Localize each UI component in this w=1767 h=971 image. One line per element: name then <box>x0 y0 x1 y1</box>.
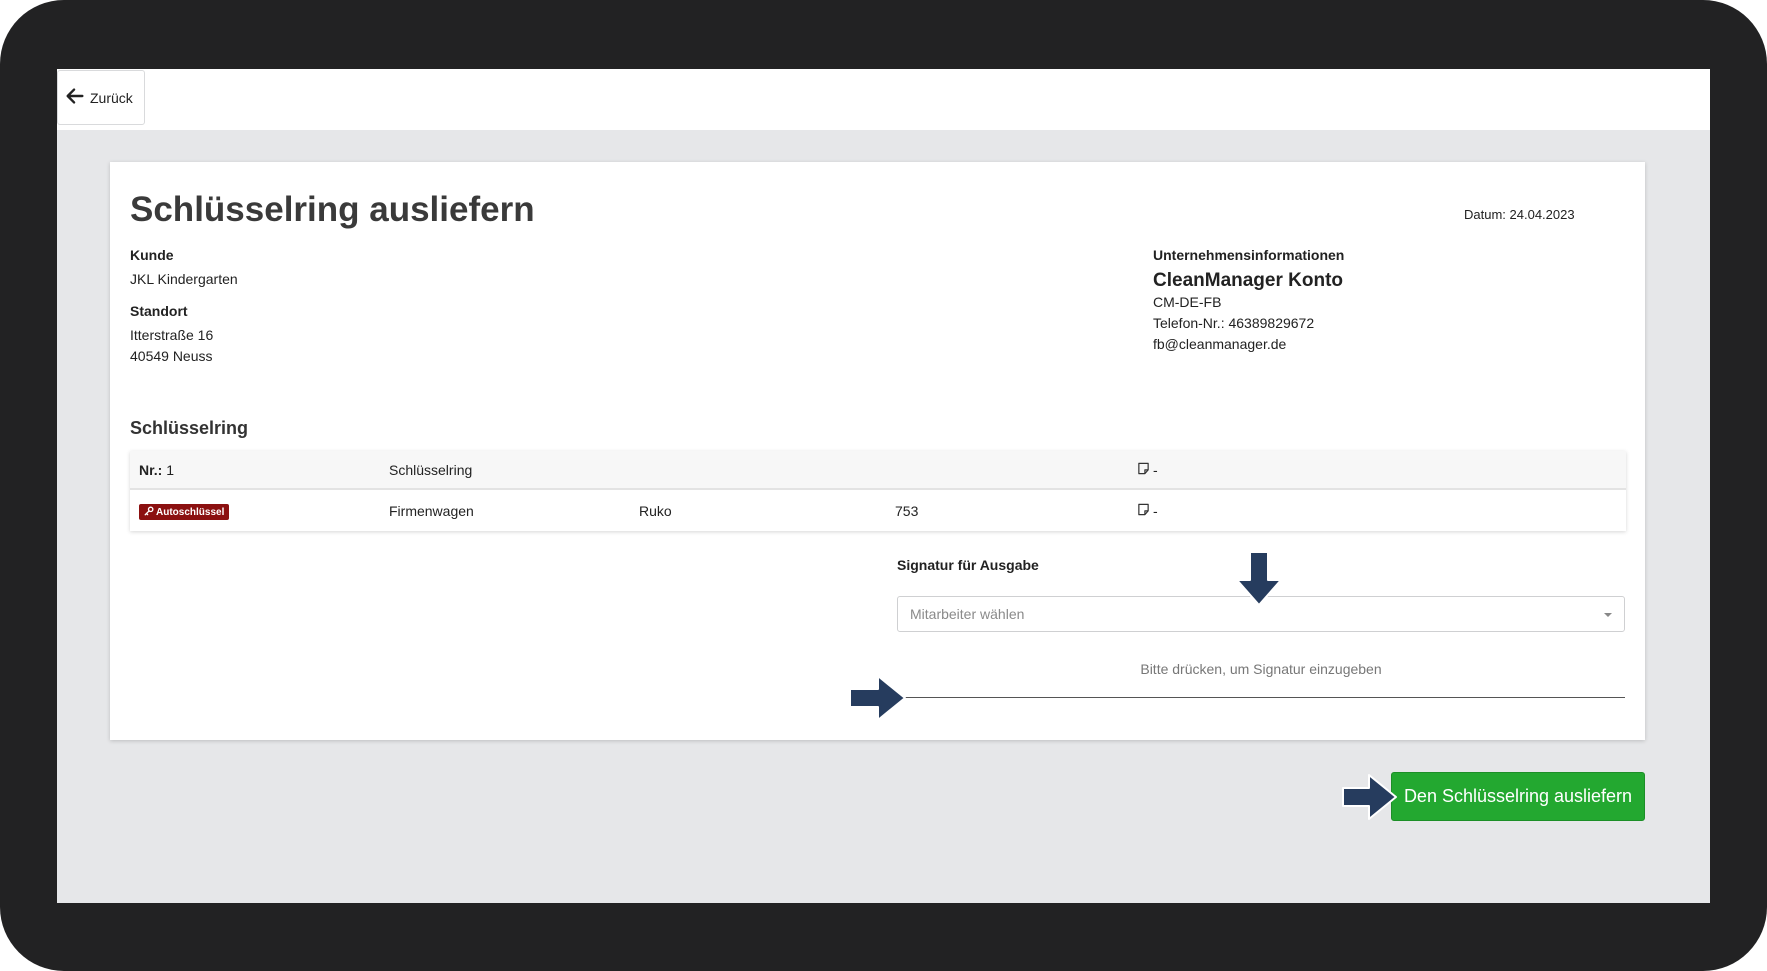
location-label: Standort <box>130 303 188 319</box>
company-name: CleanManager Konto <box>1153 270 1344 291</box>
key-brand: Ruko <box>639 503 672 519</box>
number-value: 1 <box>166 462 175 478</box>
keyring-section-title: Schlüsselring <box>130 418 249 438</box>
top-bar: Zurück <box>57 69 1710 130</box>
caret-down-icon <box>1604 613 1612 617</box>
note-icon <box>1137 462 1150 478</box>
location-street: Itterstraße 16 <box>130 327 214 343</box>
signature-label: Signatur für Ausgabe <box>897 557 1039 573</box>
arrow-right-annotation <box>1342 774 1397 820</box>
key-type-label: Autoschlüssel <box>156 506 225 518</box>
deliver-keyring-label: Den Schlüsselring ausliefern <box>1403 786 1633 806</box>
keyring-header-row: Nr.: 1 Schlüsselring - <box>130 451 1626 490</box>
key-number: 753 <box>895 503 919 519</box>
keyring-number: Nr.: 1 <box>139 462 174 478</box>
signature-pad[interactable]: Bitte drücken, um Signatur einzugeben <box>897 654 1625 698</box>
company-info-label: Unternehmensinformationen <box>1153 247 1345 263</box>
deliver-keyring-button[interactable]: Den Schlüsselring ausliefern <box>1391 772 1645 821</box>
keyring-table: Nr.: 1 Schlüsselring - Autoschlüssel Fir… <box>130 451 1626 531</box>
back-label: Zurück <box>90 89 133 106</box>
key-icon <box>144 506 154 519</box>
employee-select-placeholder: Mitarbeiter wählen <box>910 606 1025 622</box>
keyring-name: Schlüsselring <box>389 462 473 478</box>
date-label: Datum: 24.04.2023 <box>1464 207 1575 222</box>
page-title: Schlüsselring ausliefern <box>130 190 535 229</box>
customer-name: JKL Kindergarten <box>130 271 238 287</box>
company-email: fb@cleanmanager.de <box>1153 336 1287 352</box>
key-note-text: - <box>1153 503 1158 519</box>
customer-label: Kunde <box>130 247 174 263</box>
company-code: CM-DE-FB <box>1153 294 1222 310</box>
delivery-card: Schlüsselring ausliefern Datum: 24.04.20… <box>110 162 1645 740</box>
arrow-down-annotation <box>1236 551 1282 606</box>
key-type-badge: Autoschlüssel <box>139 504 230 520</box>
table-row: Autoschlüssel Firmenwagen Ruko 753 - <box>130 492 1626 531</box>
arrow-right-annotation <box>849 675 906 721</box>
keyring-note-text: - <box>1153 462 1158 478</box>
company-phone: Telefon-Nr.: 46389829672 <box>1153 315 1315 331</box>
signature-pad-hint: Bitte drücken, um Signatur einzugeben <box>1140 661 1382 677</box>
key-note[interactable]: - <box>1137 503 1158 519</box>
device-frame: Zurück Schlüsselring ausliefern Datum: 2… <box>0 0 1767 971</box>
keyring-note[interactable]: - <box>1137 462 1158 478</box>
number-label: Nr.: <box>139 462 163 478</box>
location-city: 40549 Neuss <box>130 348 213 364</box>
note-icon <box>1137 503 1150 519</box>
back-button[interactable]: Zurück <box>57 70 145 125</box>
app-screen: Zurück Schlüsselring ausliefern Datum: 2… <box>57 69 1710 903</box>
arrow-left-icon <box>64 85 86 110</box>
key-name: Firmenwagen <box>389 503 474 519</box>
